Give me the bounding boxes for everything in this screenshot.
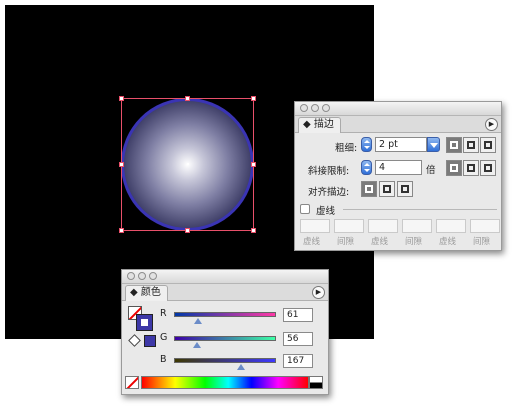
panel-menu-button[interactable]: ▶ [485,118,498,131]
zoom-window-icon[interactable] [149,272,157,280]
channel-g-label: G [160,332,168,343]
dash-label-2: 虚线 [371,237,389,247]
stroke-panel-titlebar[interactable] [295,102,501,116]
tab-color-label: 颜色 [140,287,161,298]
round-join-icon[interactable] [463,160,479,176]
miter-limit-label: 斜接限制: [308,166,350,177]
dashed-section-divider [343,209,497,210]
dash-label-1: 虚线 [303,237,321,247]
gap-label-3: 间隙 [473,237,491,247]
miter-join-icon[interactable] [446,160,462,176]
butt-cap-icon[interactable] [446,137,462,153]
selection-handle-bl[interactable] [119,228,124,233]
dash-input-3[interactable] [436,219,466,233]
gap-input-3[interactable] [470,219,500,233]
channel-r-thumb[interactable] [194,318,202,324]
tab-stroke[interactable]: ◆ 描边 [298,117,341,133]
channel-r-slider[interactable] [174,312,276,317]
channel-g-input[interactable]: 56 [283,332,313,346]
minimize-window-icon[interactable] [311,104,319,112]
align-stroke-outside-icon[interactable] [397,181,413,197]
dash-input-1[interactable] [300,219,330,233]
selection-handle-tr[interactable] [251,96,256,101]
miter-limit-stepper[interactable] [361,160,372,175]
cube-icon[interactable] [128,334,141,347]
channel-r-label: R [160,308,167,319]
stroke-color-swatch[interactable] [136,314,153,331]
dash-label-3: 虚线 [439,237,457,247]
weight-label: 粗细: [335,143,358,154]
dashed-line-label: 虚线 [316,206,336,217]
round-cap-icon[interactable] [463,137,479,153]
selection-handle-tl[interactable] [119,96,124,101]
channel-g-slider[interactable] [174,336,276,341]
panel-menu-button[interactable]: ▶ [312,286,325,299]
none-color-button[interactable] [125,376,139,389]
stroke-panel-tabrow: ◆ 描边 ▶ [295,116,501,133]
align-stroke-inside-icon[interactable] [379,181,395,197]
tab-stroke-label: 描边 [313,119,334,130]
channel-b-slider[interactable] [174,358,276,363]
selection-handle-ml[interactable] [119,162,124,167]
selection-handle-bc[interactable] [185,228,190,233]
color-spectrum-bar[interactable] [141,376,309,389]
fill-color-swatch[interactable] [144,335,156,347]
weight-input[interactable]: 2 pt [375,137,427,152]
weight-dropdown-button[interactable] [427,137,440,152]
tab-arrows-icon: ◆ [303,119,311,130]
channel-b-label: B [160,354,167,365]
channel-g-thumb[interactable] [193,342,201,348]
minimize-window-icon[interactable] [138,272,146,280]
align-stroke-label: 对齐描边: [308,187,350,198]
color-panel: ◆ 颜色 ▶ R 61 G 56 B 167 [121,269,329,395]
align-stroke-center-icon[interactable] [361,181,377,197]
zoom-window-icon[interactable] [322,104,330,112]
miter-limit-input[interactable]: 4 [375,160,422,175]
channel-b-input[interactable]: 167 [283,354,313,368]
tab-color[interactable]: ◆ 颜色 [125,285,168,301]
close-window-icon[interactable] [300,104,308,112]
color-panel-titlebar[interactable] [122,270,328,284]
selection-handle-br[interactable] [251,228,256,233]
weight-stepper[interactable] [361,137,372,152]
center-point [187,163,189,165]
black-white-swatch[interactable] [309,376,323,389]
gap-input-2[interactable] [402,219,432,233]
gap-label-1: 间隙 [337,237,355,247]
gap-label-2: 间隙 [405,237,423,247]
tab-arrows-icon: ◆ [130,287,138,298]
channel-b-thumb[interactable] [237,364,245,370]
play-arrow-icon: ▶ [488,120,495,128]
bevel-join-icon[interactable] [480,160,496,176]
projecting-cap-icon[interactable] [480,137,496,153]
dash-input-2[interactable] [368,219,398,233]
close-window-icon[interactable] [127,272,135,280]
color-panel-tabrow: ◆ 颜色 ▶ [122,284,328,301]
dashed-line-checkbox[interactable] [300,204,310,214]
play-arrow-icon: ▶ [315,288,322,296]
channel-r-input[interactable]: 61 [283,308,313,322]
stroke-panel: ◆ 描边 ▶ 粗细: 2 pt 斜接限制: 4 倍 对齐描边: 虚线 虚线 间隙… [294,101,502,251]
gap-input-1[interactable] [334,219,364,233]
selection-handle-mr[interactable] [251,162,256,167]
selection-handle-tc[interactable] [185,96,190,101]
miter-unit-label: 倍 [426,165,436,176]
